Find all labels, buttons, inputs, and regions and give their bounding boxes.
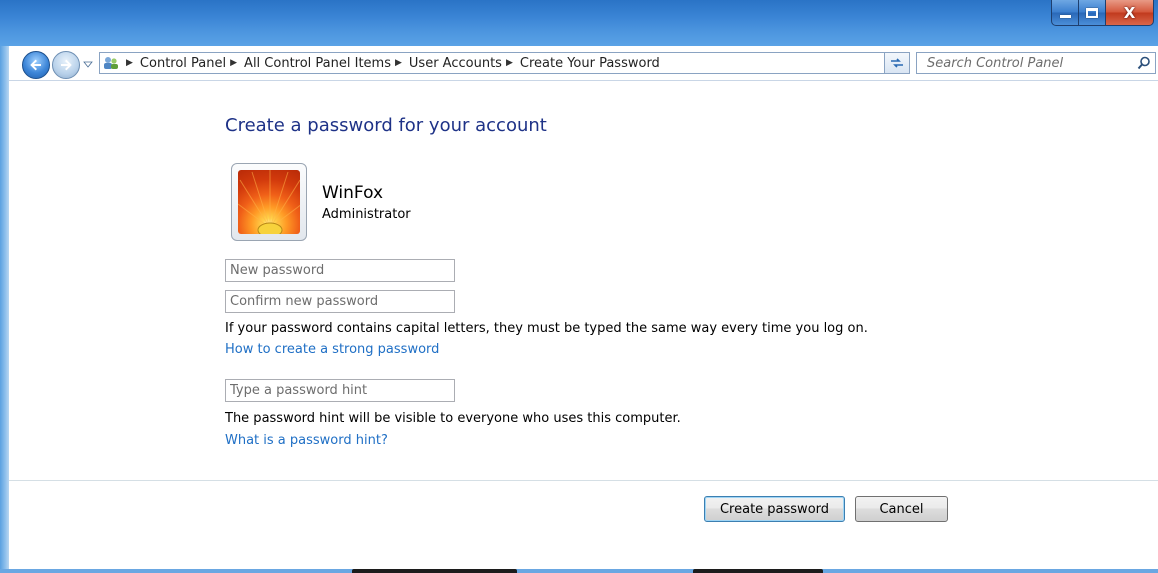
back-button[interactable] <box>22 51 50 79</box>
refresh-icon <box>891 58 903 68</box>
search-input[interactable]: Search Control Panel <box>927 56 1133 71</box>
breadcrumb-control-panel[interactable]: Control Panel <box>140 56 226 71</box>
forward-button[interactable] <box>52 51 80 79</box>
chevron-right-icon[interactable]: ▶ <box>126 58 133 68</box>
strong-password-link[interactable]: How to create a strong password <box>225 342 439 357</box>
divider <box>9 480 1158 481</box>
user-name: WinFox <box>322 183 384 203</box>
content-pane: Create a password for your account WinFo… <box>9 80 1158 569</box>
back-arrow-icon <box>30 59 41 71</box>
navigation-bar: ▶ Control Panel ▶ All Control Panel Item… <box>10 47 1158 79</box>
control-panel-users-icon <box>100 53 122 73</box>
address-bar[interactable]: ▶ Control Panel ▶ All Control Panel Item… <box>99 52 901 74</box>
minimize-button[interactable] <box>1051 0 1079 26</box>
hint-notice: The password hint will be visible to eve… <box>225 411 681 426</box>
caption-buttons: X <box>1051 0 1154 28</box>
minimize-icon <box>1059 15 1071 18</box>
breadcrumb-user-accounts[interactable]: User Accounts <box>409 56 502 71</box>
cancel-button[interactable]: Cancel <box>855 496 948 522</box>
confirm-password-field[interactable] <box>225 290 455 313</box>
avatar <box>231 163 307 241</box>
chevron-right-icon[interactable]: ▶ <box>230 58 237 68</box>
caps-notice: If your password contains capital letter… <box>225 321 868 336</box>
breadcrumb-all-items[interactable]: All Control Panel Items <box>244 56 391 71</box>
recent-pages-chevron-icon[interactable] <box>83 59 93 69</box>
password-hint-link[interactable]: What is a password hint? <box>225 433 388 448</box>
background-window-edge <box>352 569 517 573</box>
window-frame-bottom <box>0 569 1158 573</box>
maximize-icon <box>1086 7 1098 18</box>
page-title: Create a password for your account <box>225 115 547 136</box>
background-window-edge <box>693 569 823 573</box>
title-bar[interactable] <box>0 0 1158 46</box>
maximize-button[interactable] <box>1079 0 1106 26</box>
close-icon: X <box>1123 3 1136 22</box>
forward-arrow-icon <box>61 59 72 71</box>
breadcrumb-create-password[interactable]: Create Your Password <box>520 56 660 71</box>
close-button[interactable]: X <box>1106 0 1154 26</box>
user-role: Administrator <box>322 207 411 222</box>
create-password-button[interactable]: Create password <box>704 496 845 522</box>
window-frame-left <box>0 46 9 573</box>
refresh-button[interactable] <box>884 52 910 74</box>
chevron-right-icon[interactable]: ▶ <box>395 58 402 68</box>
new-password-field[interactable] <box>225 259 455 282</box>
user-picture-flower <box>238 170 300 234</box>
password-hint-field[interactable] <box>225 379 455 402</box>
chevron-right-icon[interactable]: ▶ <box>506 58 513 68</box>
search-box[interactable]: Search Control Panel <box>916 52 1156 74</box>
search-icon[interactable] <box>1133 53 1155 73</box>
